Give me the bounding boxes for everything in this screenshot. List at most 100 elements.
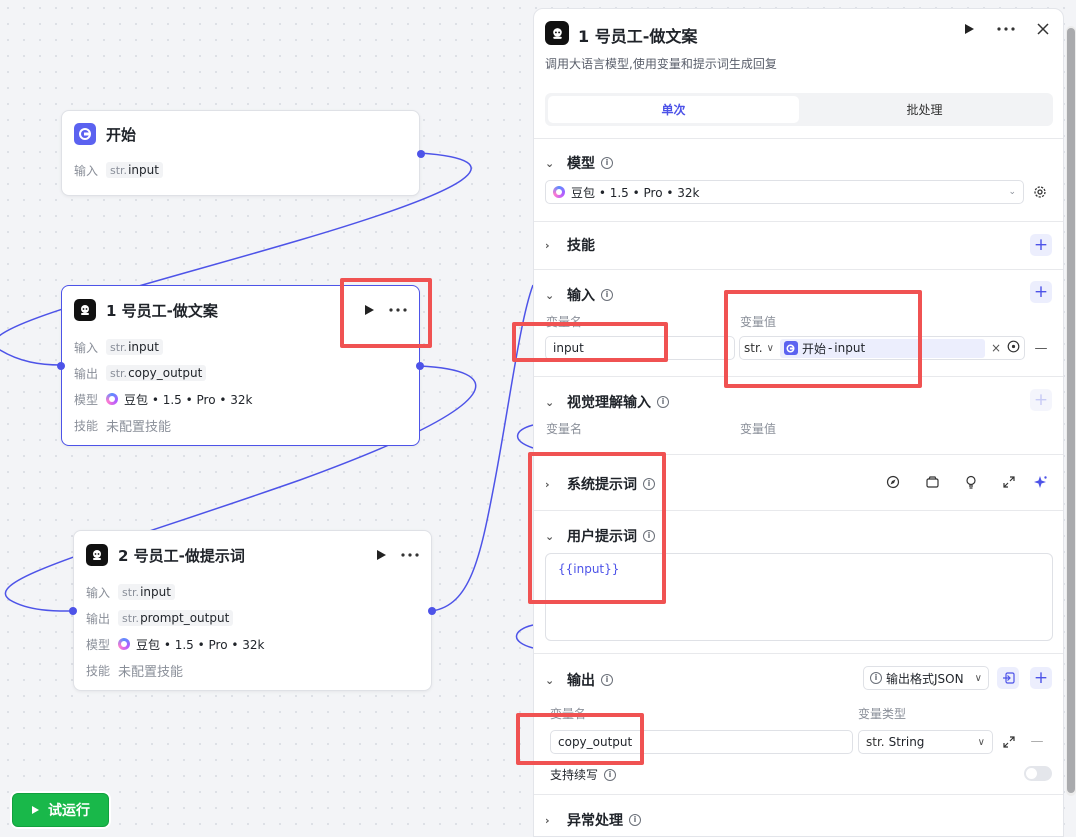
- tab-batch[interactable]: 批处理: [799, 96, 1050, 123]
- ai-sparkle-icon[interactable]: [1031, 473, 1049, 491]
- model-select-value: 豆包 • 1.5 • Pro • 32k: [571, 185, 700, 200]
- more-icon[interactable]: [997, 27, 1015, 31]
- chevron-down-icon: ∨: [977, 736, 985, 748]
- chevron-down-icon: ∨: [974, 672, 982, 684]
- close-icon[interactable]: [1037, 23, 1049, 35]
- lightbulb-icon[interactable]: [962, 473, 980, 491]
- info-icon[interactable]: i: [604, 768, 617, 781]
- node-title: 1 号员工-做文案: [106, 301, 218, 320]
- row-key: 输出: [86, 611, 111, 626]
- highlight-box-prompts: [528, 452, 666, 604]
- doubao-model-icon: [106, 393, 118, 405]
- add-input-button[interactable]: +: [1030, 281, 1052, 303]
- clear-icon[interactable]: ×: [991, 341, 1001, 355]
- more-icon[interactable]: [401, 553, 419, 557]
- section-label: 技能: [567, 238, 595, 254]
- start-icon: [74, 123, 96, 145]
- output-port[interactable]: [417, 150, 425, 158]
- doubao-model-icon: [553, 186, 565, 198]
- section-output-header[interactable]: ⌄ 输出 i: [545, 670, 613, 690]
- output-port[interactable]: [416, 362, 424, 370]
- model-select[interactable]: 豆包 • 1.5 • Pro • 32k ⌄: [545, 180, 1024, 204]
- remove-icon[interactable]: —: [1032, 339, 1050, 357]
- start-node[interactable]: 开始 输入 str. input: [61, 110, 425, 196]
- info-icon[interactable]: i: [601, 674, 613, 686]
- section-label: 输出: [567, 673, 595, 689]
- node-model-row: 模型 豆包 • 1.5 • Pro • 32k: [62, 386, 419, 412]
- highlight-box-input-name: [512, 322, 668, 362]
- model-value: 豆包 • 1.5 • Pro • 32k: [136, 637, 265, 652]
- node-output-row: 输出 str. prompt_output: [74, 605, 431, 631]
- bot-icon: [86, 544, 108, 566]
- play-icon[interactable]: [964, 23, 975, 35]
- output-var-type-select[interactable]: str. String ∨: [858, 730, 993, 754]
- input-port[interactable]: [57, 362, 65, 370]
- chevron-right-icon: ›: [545, 813, 550, 827]
- row-key: 输出: [74, 366, 99, 381]
- skill-value: 未配置技能: [118, 664, 184, 680]
- remove-icon[interactable]: —: [1028, 732, 1046, 750]
- output-var-type: String: [888, 735, 925, 749]
- section-error-handling-header[interactable]: › 异常处理 i: [545, 810, 641, 830]
- chevron-right-icon: ›: [545, 238, 550, 252]
- highlight-box-input-value: [724, 290, 922, 388]
- section-vision-header[interactable]: ⌄ 视觉理解输入 i: [545, 392, 669, 412]
- divider: [534, 269, 1063, 270]
- info-icon[interactable]: i: [601, 157, 613, 169]
- doubao-model-icon: [118, 638, 130, 650]
- node-skill-row: 技能 未配置技能: [62, 412, 419, 438]
- chevron-down-icon: ⌄: [545, 395, 555, 409]
- section-label: 模型: [567, 156, 595, 172]
- panel-description[interactable]: 调用大语言模型,使用变量和提示词生成回复: [545, 55, 777, 72]
- highlight-box-output-name: [516, 713, 644, 765]
- library-icon[interactable]: [923, 473, 941, 491]
- node-input-row: 输入 str. input: [62, 157, 419, 183]
- info-icon[interactable]: i: [629, 814, 641, 826]
- node-title: 2 号员工-做提示词: [118, 546, 245, 565]
- bot-icon: [74, 299, 96, 321]
- row-key: 模型: [86, 637, 111, 652]
- compass-icon[interactable]: [884, 473, 902, 491]
- support-continue-row: 支持续写 i: [550, 766, 617, 783]
- panel-title[interactable]: 1 号员工-做文案: [578, 23, 697, 47]
- tab-single[interactable]: 单次: [548, 96, 799, 123]
- add-vision-input-button[interactable]: +: [1030, 389, 1052, 411]
- import-icon[interactable]: [997, 667, 1019, 689]
- gear-icon[interactable]: [1031, 183, 1049, 201]
- divider: [534, 138, 1063, 139]
- edge-panel-left-1: [516, 424, 534, 449]
- variable-tag: str. copy_output: [106, 365, 207, 381]
- add-skill-button[interactable]: +: [1030, 234, 1052, 256]
- support-continue-label: 支持续写: [550, 768, 599, 782]
- row-key: 输入: [86, 585, 111, 600]
- play-icon[interactable]: [376, 549, 387, 561]
- section-model-header[interactable]: ⌄ 模型 i: [545, 153, 613, 173]
- add-output-button[interactable]: +: [1030, 667, 1052, 689]
- chevron-down-icon: ⌄: [545, 288, 555, 302]
- test-run-label: 试运行: [48, 803, 90, 819]
- chevron-down-icon: ⌄: [545, 156, 555, 170]
- info-icon[interactable]: i: [657, 396, 669, 408]
- section-input-header[interactable]: ⌄ 输入 i: [545, 285, 613, 305]
- edge-panel-left-2: [515, 624, 534, 649]
- node-title: 开始: [106, 125, 137, 144]
- expand-icon[interactable]: [1000, 733, 1018, 751]
- col-variable-name: 变量名: [546, 422, 583, 436]
- scrollbar-thumb[interactable]: [1067, 28, 1075, 793]
- target-icon[interactable]: [1007, 340, 1020, 356]
- node-output-row: 输出 str. copy_output: [62, 360, 419, 386]
- support-continue-toggle[interactable]: [1024, 766, 1052, 781]
- output-port[interactable]: [428, 607, 436, 615]
- section-label: 输入: [567, 288, 595, 304]
- section-skills-header[interactable]: › 技能: [545, 235, 595, 255]
- expand-icon[interactable]: [1000, 473, 1018, 491]
- node-input-row: 输入 str. input: [74, 579, 431, 605]
- panel-scrollbar[interactable]: [1066, 26, 1076, 796]
- divider: [534, 794, 1063, 795]
- info-icon[interactable]: i: [601, 289, 613, 301]
- test-run-button[interactable]: 试运行: [12, 793, 109, 827]
- node-2-prompt[interactable]: 2 号员工-做提示词 输入 str. input 输出 str. prompt_ou…: [69, 530, 436, 691]
- chevron-down-icon: ⌄: [545, 673, 555, 687]
- input-port[interactable]: [69, 607, 77, 615]
- output-format-select[interactable]: i 输出格式JSON ∨: [863, 666, 989, 690]
